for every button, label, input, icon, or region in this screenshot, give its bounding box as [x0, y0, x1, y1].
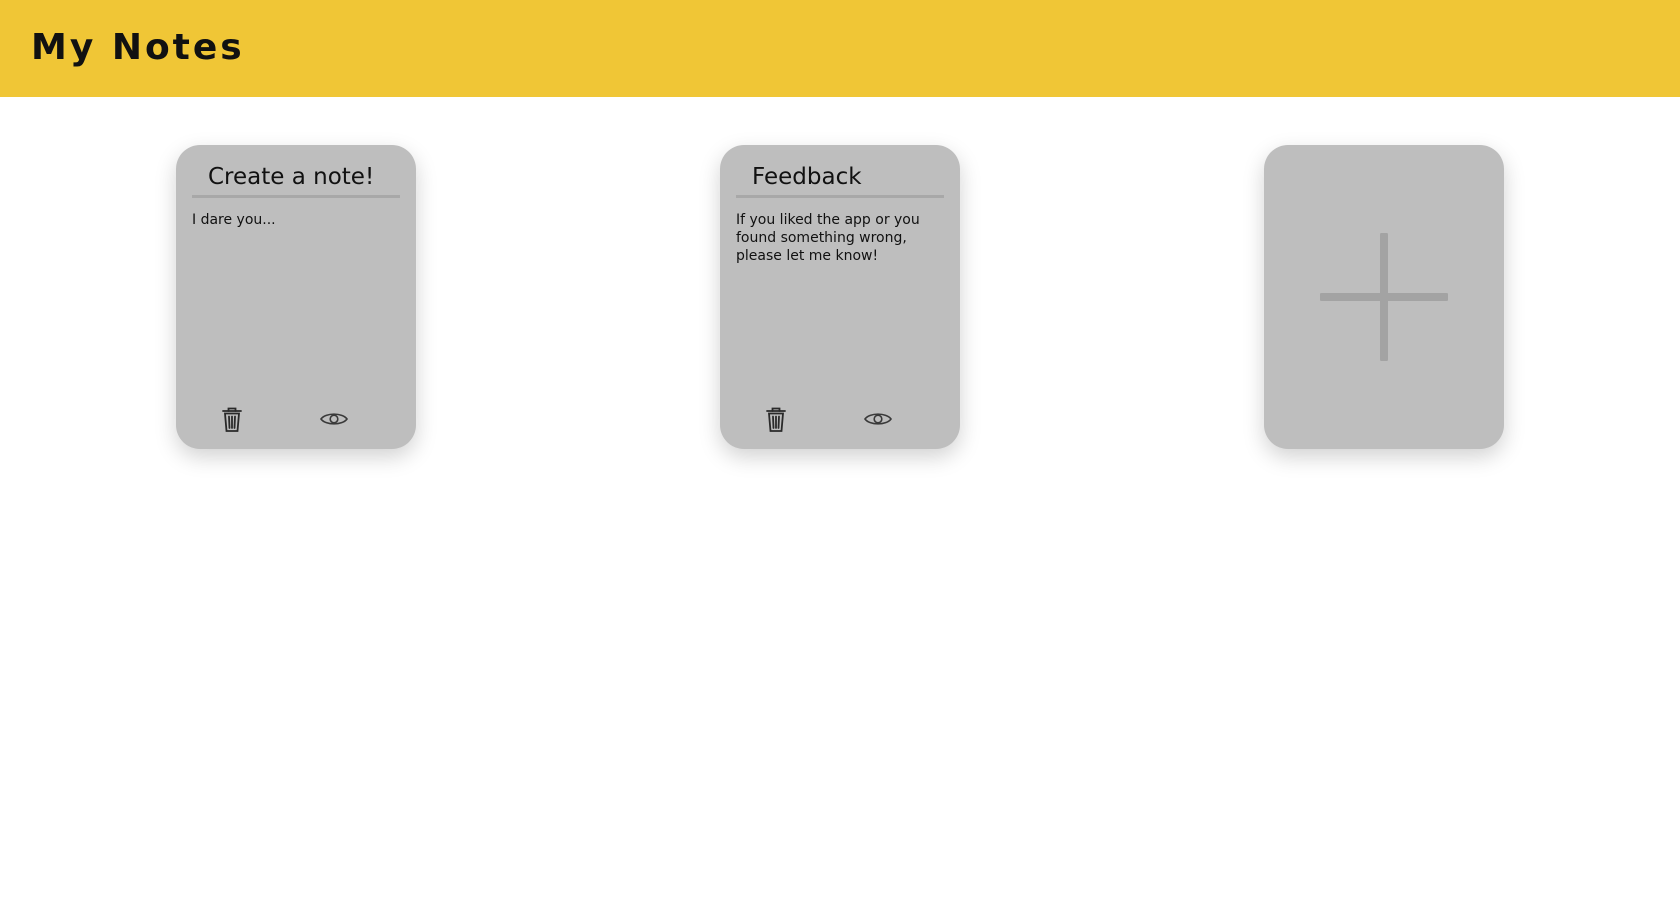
- note-body: I dare you...: [192, 212, 276, 228]
- trash-icon: [222, 407, 242, 432]
- note-title: Create a note!: [192, 159, 400, 198]
- note-title: Feedback: [736, 159, 944, 198]
- eye-icon: [320, 413, 348, 425]
- eye-icon: [864, 413, 892, 425]
- note-card[interactable]: Feedback If you liked the app or you fou…: [720, 145, 960, 449]
- view-note-button[interactable]: [862, 403, 894, 435]
- note-body: If you liked the app or you found someth…: [736, 212, 920, 264]
- trash-icon: [766, 407, 786, 432]
- app-header: My Notes: [0, 0, 1680, 97]
- note-card[interactable]: Create a note! I dare you...: [176, 145, 416, 449]
- note-actions: [720, 403, 960, 435]
- app-title: My Notes: [31, 27, 245, 68]
- note-actions: [176, 403, 416, 435]
- add-note-button[interactable]: [1264, 145, 1504, 449]
- view-note-button[interactable]: [318, 403, 350, 435]
- delete-note-button[interactable]: [760, 403, 792, 435]
- delete-note-button[interactable]: [216, 403, 248, 435]
- plus-icon: [1320, 233, 1448, 361]
